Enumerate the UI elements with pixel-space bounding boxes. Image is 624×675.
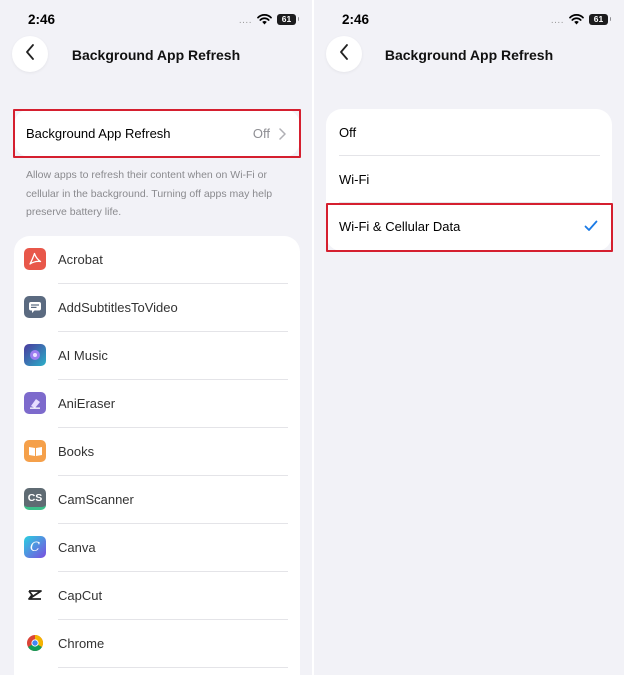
app-list: Acrobat AddSubtitlesToVideo AI Music Ani… — [14, 236, 300, 675]
app-name: AddSubtitlesToVideo — [58, 300, 178, 315]
app-row-capcut[interactable]: CapCut — [14, 572, 300, 620]
footer-description: Allow apps to refresh their content when… — [26, 169, 273, 218]
app-row-books[interactable]: Books — [14, 428, 300, 476]
camscanner-icon: CS — [24, 488, 46, 510]
status-time: 2:46 — [28, 12, 56, 27]
status-bar: 2:46 .... 61 — [314, 0, 624, 40]
app-row-chrome[interactable]: Chrome — [14, 620, 300, 668]
canva-icon: C — [24, 536, 46, 558]
app-name: CamScanner — [58, 492, 134, 507]
highlight-box — [13, 109, 301, 158]
app-name: AI Music — [58, 348, 108, 363]
battery-icon: 61 — [589, 13, 611, 25]
app-row-camscanner[interactable]: CS CamScanner — [14, 476, 300, 524]
highlight-box — [326, 203, 613, 252]
app-name: Books — [58, 444, 95, 459]
status-icons: .... 61 — [550, 12, 611, 26]
screen-right: 2:46 .... 61 Background App Refresh Off … — [312, 0, 624, 675]
option-label: Off — [339, 125, 357, 140]
acrobat-icon — [24, 248, 46, 270]
app-name: AniEraser — [58, 396, 116, 411]
app-name: Canva — [58, 540, 96, 555]
status-bar: 2:46 .... 61 — [0, 0, 312, 40]
nav-bar: Background App Refresh — [314, 36, 624, 76]
status-time: 2:46 — [342, 12, 370, 27]
chrome-icon — [24, 632, 46, 654]
app-name: Chrome — [58, 636, 105, 651]
battery-icon: 61 — [277, 13, 299, 25]
app-row-canva[interactable]: C Canva — [14, 524, 300, 572]
wifi-icon — [569, 13, 584, 25]
capcut-icon — [24, 584, 46, 606]
screen-left: 2:46 .... 61 Background App Refresh Back… — [0, 0, 312, 675]
option-off[interactable]: Off — [326, 109, 612, 156]
app-name: CapCut — [58, 588, 103, 603]
ai-music-icon — [24, 344, 46, 366]
option-wifi[interactable]: Wi-Fi — [326, 156, 612, 203]
anieraser-icon — [24, 392, 46, 414]
app-row-anieraser[interactable]: AniEraser — [14, 380, 300, 428]
status-icons: .... 61 — [238, 12, 299, 26]
option-label: Wi-Fi — [339, 172, 370, 187]
app-name: Acrobat — [58, 252, 103, 267]
subtitles-icon — [24, 296, 46, 318]
app-row-acrobat[interactable]: Acrobat — [14, 236, 300, 284]
page-title: Background App Refresh — [384, 47, 554, 63]
app-row-addsubtitlestovideo[interactable]: AddSubtitlesToVideo — [14, 284, 300, 332]
page-title: Background App Refresh — [71, 47, 241, 63]
wifi-icon — [257, 13, 272, 25]
signal-dots-icon: .... — [550, 15, 564, 26]
signal-dots-icon: .... — [238, 15, 252, 26]
app-row-ai-music[interactable]: AI Music — [14, 332, 300, 380]
nav-bar: Background App Refresh — [0, 36, 312, 76]
books-icon — [24, 440, 46, 462]
